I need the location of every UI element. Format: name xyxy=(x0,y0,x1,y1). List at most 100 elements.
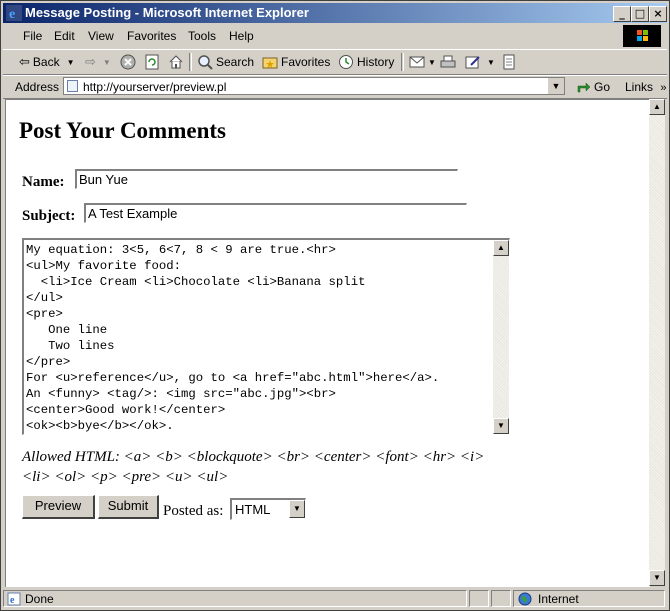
page-title: Post Your Comments xyxy=(19,118,226,143)
message-line: </ul> xyxy=(26,291,63,305)
favorites-folder-icon xyxy=(262,57,278,69)
status-text: Done xyxy=(25,592,54,606)
message-line: My equation: 3<5, 6<7, 8 < 9 are true.<h… xyxy=(26,243,336,257)
windows-logo-icon xyxy=(623,25,661,47)
svg-text:e: e xyxy=(9,7,15,21)
menu-bar: File Edit View Favorites Tools Help xyxy=(3,25,667,47)
posted-as-label: Posted as: xyxy=(163,503,224,519)
mail-button[interactable]: ▼ xyxy=(409,53,436,71)
stop-button[interactable] xyxy=(120,53,136,71)
page-scrollbar[interactable]: ▲ ▼ xyxy=(649,99,665,586)
toolbar-separator xyxy=(189,53,192,71)
scroll-down-icon[interactable]: ▼ xyxy=(649,570,665,586)
scroll-up-icon[interactable]: ▲ xyxy=(649,99,665,115)
page-icon xyxy=(67,80,78,92)
menu-view[interactable]: View xyxy=(88,29,114,43)
name-label: Name: xyxy=(22,174,65,190)
message-line: For <u>reference</u>, go to <a href="abc… xyxy=(26,371,440,385)
posted-as-value: HTML xyxy=(235,502,271,517)
textarea-scrollbar[interactable]: ▲ ▼ xyxy=(493,240,509,434)
message-line: One line xyxy=(26,323,108,337)
menu-file[interactable]: File xyxy=(23,29,42,43)
forward-arrow-icon: ⇨ xyxy=(85,54,96,69)
page-done-icon: e xyxy=(7,592,21,606)
history-icon xyxy=(339,55,353,69)
chevron-right-icon: » xyxy=(660,82,667,94)
subject-label: Subject: xyxy=(22,208,76,224)
dropdown-arrow-icon: ▼ xyxy=(487,57,495,67)
menu-help[interactable]: Help xyxy=(229,29,254,43)
message-line: <pre> xyxy=(26,307,63,321)
edit-button[interactable]: ▼ xyxy=(465,53,495,71)
internet-explorer-icon: e xyxy=(6,5,22,21)
back-button[interactable]: ⇦ Back ▼ xyxy=(19,53,75,71)
home-button[interactable] xyxy=(168,53,184,71)
chevron-down-icon[interactable]: ▼ xyxy=(289,500,305,518)
zone-text: Internet xyxy=(538,592,579,606)
name-field[interactable] xyxy=(75,169,458,189)
posted-as-select[interactable]: HTML ▼ xyxy=(230,498,306,520)
favorites-button[interactable]: Favorites xyxy=(262,53,330,71)
print-button[interactable] xyxy=(440,53,456,71)
svg-text:e: e xyxy=(10,595,15,606)
subject-field[interactable] xyxy=(84,203,467,223)
address-bar: Address http://yourserver/preview.pl ▼ G… xyxy=(3,75,667,99)
maximize-button[interactable]: □ xyxy=(631,6,649,22)
allowed-html-note: Allowed HTML: <a> <b> <blockquote> <br> … xyxy=(22,447,512,487)
message-textarea[interactable]: My equation: 3<5, 6<7, 8 < 9 are true.<h… xyxy=(22,238,510,435)
edit-icon xyxy=(465,56,480,69)
page-content: Post Your Comments Name: Subject: My equ… xyxy=(5,99,650,587)
dropdown-arrow-icon: ▼ xyxy=(66,57,75,67)
submit-button[interactable]: Submit xyxy=(98,495,159,519)
address-label: Address xyxy=(15,80,60,94)
refresh-icon xyxy=(145,54,159,70)
title-bar[interactable]: e Message Posting - Microsoft Internet E… xyxy=(3,3,667,23)
security-zone-panel: Internet xyxy=(513,590,665,607)
message-line: Two lines xyxy=(26,339,115,353)
standard-toolbar: ⇦ Back ▼ ⇨ ▼ Search Favorites History ▼ … xyxy=(3,49,667,75)
address-input[interactable]: http://yourserver/preview.pl ▼ xyxy=(63,77,565,95)
close-button[interactable]: × xyxy=(649,6,667,22)
globe-icon xyxy=(518,592,532,606)
window-title: Message Posting - Microsoft Internet Exp… xyxy=(25,5,309,20)
message-line: <ok><b>bye</b></ok>. xyxy=(26,419,174,433)
address-url: http://yourserver/preview.pl xyxy=(83,80,227,94)
message-line: <center>Good work!</center> xyxy=(26,403,226,417)
toolbar-separator xyxy=(401,53,404,71)
message-line: </pre> xyxy=(26,355,71,369)
status-panel-main: e Done xyxy=(3,590,467,607)
home-icon xyxy=(169,55,183,69)
links-toolbar[interactable]: Links » xyxy=(625,80,666,94)
stop-icon xyxy=(120,54,136,70)
dropdown-arrow-icon: ▼ xyxy=(102,57,111,67)
discuss-button[interactable] xyxy=(501,53,517,71)
allowed-html-label: Allowed HTML: xyxy=(22,449,120,465)
menu-edit[interactable]: Edit xyxy=(54,29,75,43)
message-line: An <funny> <tag/>: <img src="abc.jpg"><b… xyxy=(26,387,336,401)
scroll-up-icon[interactable]: ▲ xyxy=(493,240,509,256)
go-button[interactable]: Go xyxy=(577,80,610,94)
message-text: My equation: 3<5, 6<7, 8 < 9 are true.<h… xyxy=(26,242,439,434)
back-arrow-icon: ⇦ xyxy=(19,54,30,69)
search-icon xyxy=(198,55,213,70)
refresh-button[interactable] xyxy=(144,53,160,71)
status-panel xyxy=(469,590,489,607)
status-panel xyxy=(491,590,511,607)
scroll-down-icon[interactable]: ▼ xyxy=(493,418,509,434)
minimize-button[interactable]: _ xyxy=(613,6,631,22)
browser-window: e Message Posting - Microsoft Internet E… xyxy=(0,0,670,611)
dropdown-arrow-icon: ▼ xyxy=(428,57,436,67)
history-button[interactable]: History xyxy=(338,53,394,71)
address-dropdown-icon[interactable]: ▼ xyxy=(547,78,564,94)
menu-favorites[interactable]: Favorites xyxy=(127,29,176,43)
message-line: <li>Ice Cream <li>Chocolate <li>Banana s… xyxy=(26,275,366,289)
search-button[interactable]: Search xyxy=(197,53,254,71)
status-bar: e Done Internet xyxy=(3,589,667,608)
message-line: <ul>My favorite food: xyxy=(26,259,181,273)
document-icon xyxy=(503,54,515,70)
forward-button[interactable]: ⇨ ▼ xyxy=(85,53,111,71)
printer-icon xyxy=(440,55,456,68)
go-arrow-icon xyxy=(577,82,591,93)
menu-tools[interactable]: Tools xyxy=(188,29,216,43)
preview-button[interactable]: Preview xyxy=(22,495,95,519)
